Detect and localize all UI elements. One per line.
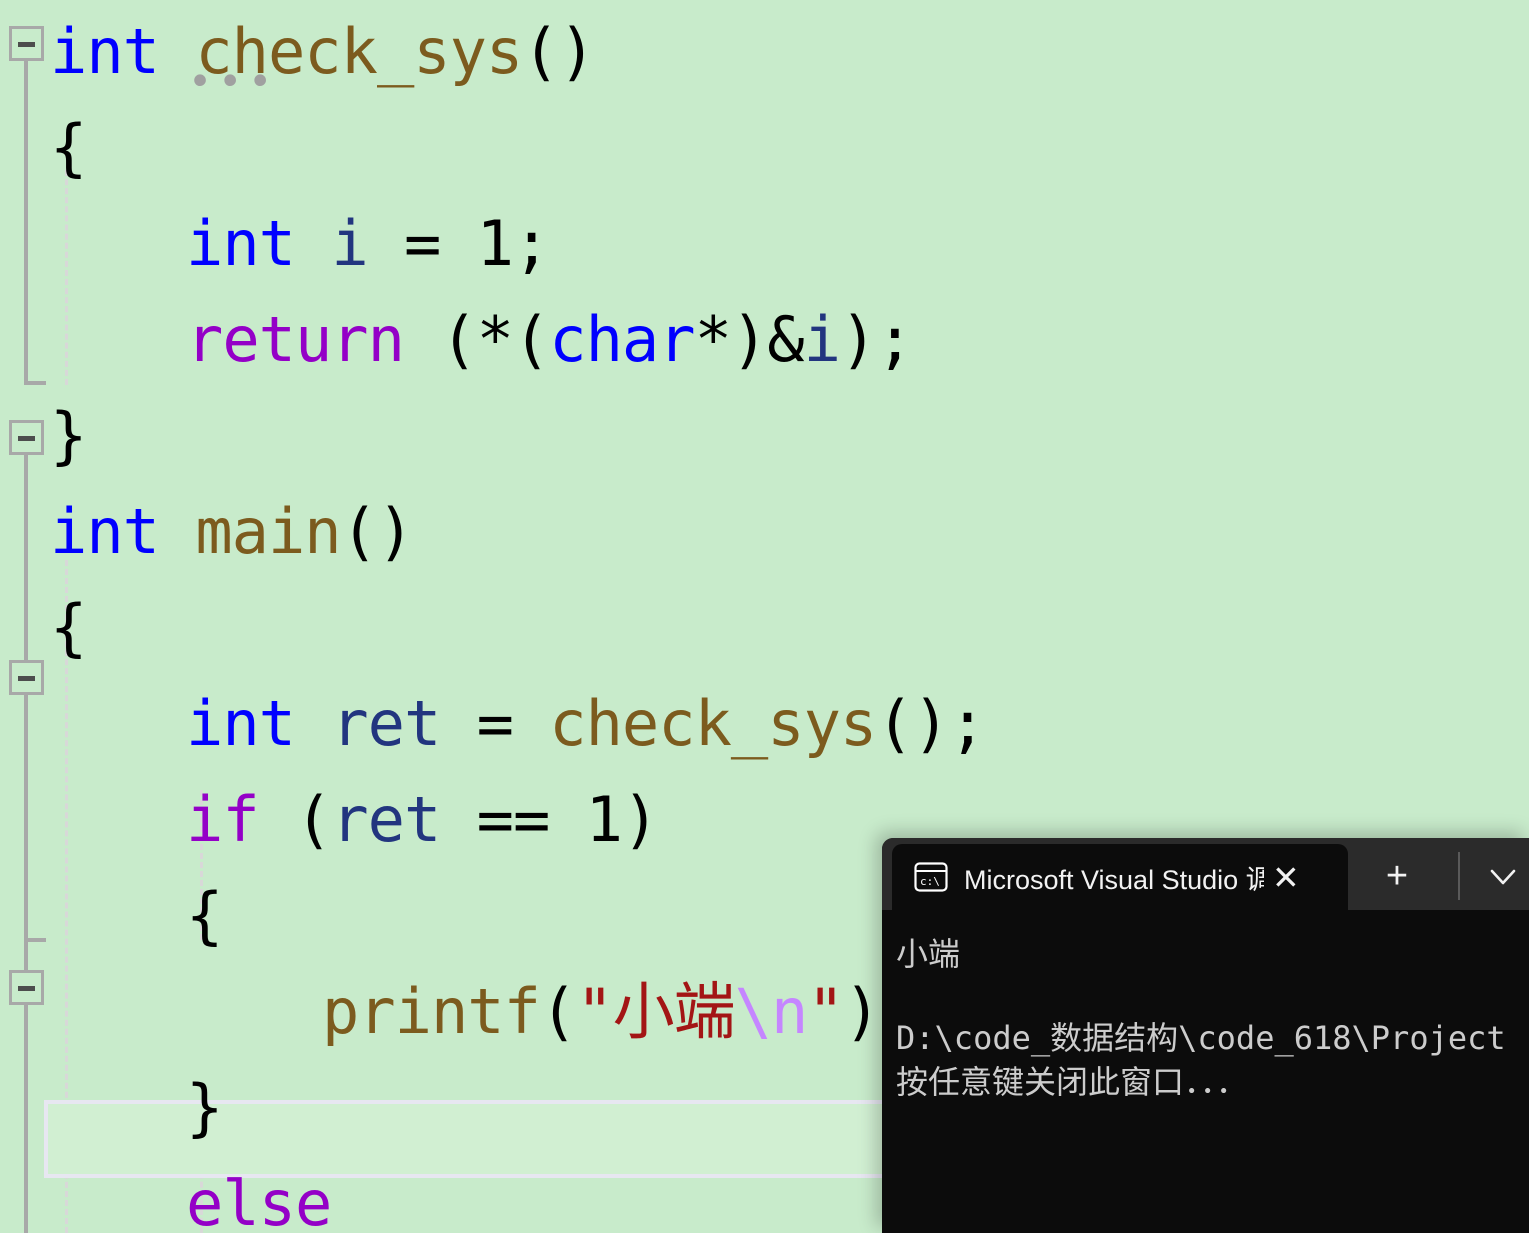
code-line-content: } [50,388,87,484]
code-line-content: } [186,1060,223,1156]
terminal-output-line: 小端 [896,935,961,973]
code-token: = [367,207,477,280]
toolbar-divider [1458,852,1460,900]
code-line-content: { [50,100,87,196]
code-line-3[interactable]: int i = 1; [0,196,1529,292]
svg-text:c:\: c:\ [920,875,940,888]
new-tab-button[interactable]: + [1372,852,1422,900]
code-line-content: if (ret == 1) [186,772,659,868]
code-token: \n [734,975,809,1048]
code-token: ( [258,783,332,856]
code-line-content: else [186,1156,332,1233]
code-line-1[interactable]: int check_sys() [0,4,1529,100]
code-token: 1 [585,783,623,856]
code-token: check_sys [549,687,877,760]
code-token: else [186,1167,332,1233]
code-token: ) [621,783,659,856]
code-line-content: int i = 1; [186,196,550,292]
code-line-5[interactable]: } [0,388,1529,484]
code-token: printf [322,975,541,1048]
code-line-content: return (*(char*)&i); [186,292,914,388]
code-token: () [522,15,596,88]
code-token: int [50,495,160,568]
terminal-tab-title: Microsoft Visual Studio 调试控 [964,864,1264,895]
code-token: i [803,303,841,376]
code-line-2[interactable]: { [0,100,1529,196]
code-line-4[interactable]: return (*(char*)&i); [0,292,1529,388]
code-line-content: int check_sys() [50,4,596,100]
code-token: i [331,207,368,280]
code-token: } [186,1071,223,1144]
terminal-tab-active[interactable]: c:\ Microsoft Visual Studio 调试控 ✕ [892,844,1348,910]
code-line-8[interactable]: int ret = check_sys(); [0,676,1529,772]
code-token: ; [512,207,550,280]
code-line-7[interactable]: { [0,580,1529,676]
code-token: = [440,687,550,760]
code-line-6[interactable]: int main() [0,484,1529,580]
terminal-output-line: 按任意键关闭此窗口．．． [896,1063,1249,1101]
terminal-output-line: D:\code_数据结构\code_618\Project [896,1019,1506,1057]
code-token: ret [331,687,441,760]
code-token: 1 [476,207,514,280]
code-token: ( [539,975,577,1048]
code-token: (); [876,687,986,760]
code-line-content: printf("小端\n"); [322,964,917,1060]
code-line-content: { [186,868,223,964]
code-line-content: int main() [50,484,415,580]
code-token: () [340,495,415,568]
code-line-content: { [50,580,87,676]
code-token: { [50,111,87,184]
code-token: { [186,879,223,952]
code-token: char [549,303,695,376]
code-token: int [186,207,296,280]
code-token: == [440,783,586,856]
chevron-down-icon[interactable] [1480,854,1526,898]
close-icon[interactable]: ✕ [1264,861,1316,894]
code-token: "小端 [576,975,735,1048]
code-token: (*( [403,303,550,376]
code-token: " [807,975,844,1048]
code-token: main [195,495,341,568]
code-token: ret [331,783,441,856]
code-token: } [50,399,87,472]
code-line-content: int ret = check_sys(); [186,676,986,772]
code-token: if [186,783,260,856]
code-token: { [50,591,87,664]
code-token: *)& [694,303,805,376]
screen: ••• int check_sys(){int i = 1; return (*(… [0,0,1529,1233]
terminal-window[interactable]: c:\ Microsoft Visual Studio 调试控 ✕ + 小端 D:… [882,838,1529,1233]
code-token: int [50,15,160,88]
code-token: return [186,303,405,376]
code-token: ); [839,303,914,376]
console-cmd-icon: c:\ [914,862,948,892]
code-token: check_sys [195,15,523,88]
terminal-output[interactable]: 小端 D:\code_数据结构\code_618\Project 按任意键关闭此窗口… [882,910,1529,1233]
code-token: int [186,687,296,760]
